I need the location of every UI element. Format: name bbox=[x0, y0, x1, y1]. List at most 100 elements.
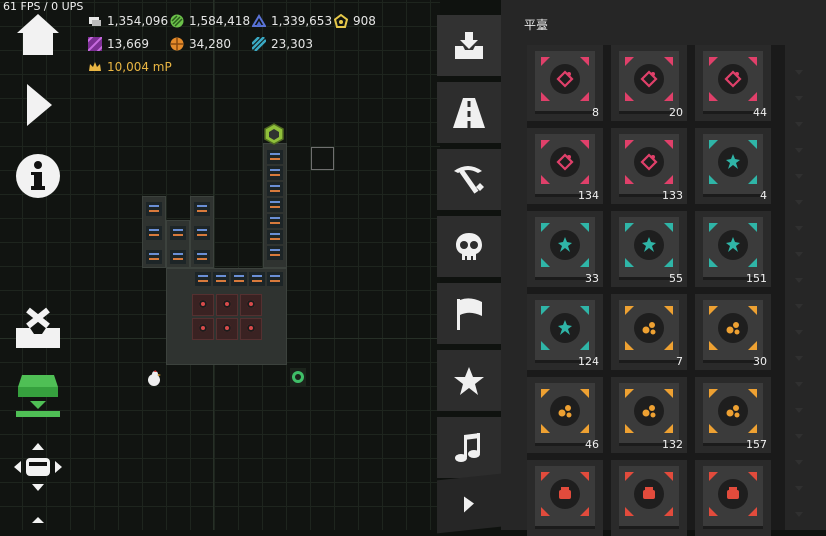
item-slot[interactable]: 7 bbox=[611, 294, 687, 370]
machine-cell[interactable] bbox=[240, 294, 262, 316]
info-button[interactable] bbox=[14, 152, 62, 200]
corner-marker bbox=[580, 223, 589, 232]
tab-enemies[interactable] bbox=[437, 216, 501, 277]
item-count: 46 bbox=[585, 438, 599, 451]
corner-marker bbox=[580, 306, 589, 315]
pickaxe-icon bbox=[454, 165, 484, 194]
play-button[interactable] bbox=[14, 81, 62, 129]
tab-favorites[interactable] bbox=[437, 350, 501, 411]
conveyor-belt[interactable] bbox=[267, 214, 283, 228]
conveyor-belt[interactable] bbox=[267, 166, 283, 180]
corner-marker bbox=[664, 223, 673, 232]
scrollbar-track[interactable] bbox=[791, 70, 807, 530]
resource-value: 34,280 bbox=[189, 37, 231, 51]
corner-marker bbox=[748, 306, 757, 315]
hub-hexagon-icon[interactable] bbox=[263, 123, 285, 145]
item-slot[interactable]: 124 bbox=[527, 294, 603, 370]
conveyor-belt[interactable] bbox=[213, 272, 229, 286]
scroll-chevron-icon bbox=[795, 304, 803, 309]
conveyor-belt[interactable] bbox=[170, 250, 186, 264]
conveyor-belt[interactable] bbox=[146, 226, 162, 240]
item-slot[interactable]: 134 bbox=[527, 128, 603, 204]
corner-marker bbox=[748, 92, 757, 101]
game-world[interactable]: 61 FPS / 0 UPS 1,354,096 1,584,418 1,339… bbox=[0, 0, 440, 530]
conveyor-belt[interactable] bbox=[170, 226, 186, 240]
resource-value: 13,669 bbox=[107, 37, 149, 51]
machine-cell[interactable] bbox=[192, 294, 214, 316]
item-slot[interactable]: 8 bbox=[527, 45, 603, 121]
conveyor-belt[interactable] bbox=[195, 272, 211, 286]
corner-marker bbox=[580, 424, 589, 433]
corner-marker bbox=[748, 140, 757, 149]
item-count: 33 bbox=[585, 272, 599, 285]
conveyor-belt[interactable] bbox=[267, 150, 283, 164]
corner-marker bbox=[541, 306, 550, 315]
conveyor-belt[interactable] bbox=[194, 250, 210, 264]
conveyor-belt[interactable] bbox=[146, 202, 162, 216]
item-list[interactable]: 8 20 44 134 133 4 33 55 151 124 7 30 46 132 157 bbox=[527, 45, 785, 536]
corner-marker bbox=[709, 306, 718, 315]
corner-marker bbox=[541, 223, 550, 232]
move-camera-icon bbox=[14, 443, 62, 491]
item-slot[interactable]: 151 bbox=[695, 211, 771, 287]
machine-cell[interactable] bbox=[192, 318, 214, 340]
chicken-unit-icon[interactable] bbox=[146, 369, 162, 387]
corner-marker bbox=[541, 341, 550, 350]
item-slot[interactable] bbox=[695, 460, 771, 536]
item-glyph bbox=[718, 147, 748, 177]
conveyor-belt[interactable] bbox=[194, 202, 210, 216]
machine-cell[interactable] bbox=[216, 318, 238, 340]
corner-marker bbox=[709, 175, 718, 184]
tab-build[interactable] bbox=[437, 15, 501, 76]
item-slot[interactable]: 133 bbox=[611, 128, 687, 204]
corner-marker bbox=[625, 341, 634, 350]
resource-coins: 1,354,096 bbox=[88, 14, 168, 28]
conveyor-belt[interactable] bbox=[267, 272, 283, 286]
move-camera-button[interactable] bbox=[14, 443, 62, 491]
item-slot[interactable]: 132 bbox=[611, 377, 687, 453]
item-count: 134 bbox=[578, 189, 599, 202]
tab-music[interactable] bbox=[437, 417, 501, 478]
machine-cell[interactable] bbox=[216, 294, 238, 316]
tab-next-page[interactable] bbox=[437, 473, 501, 534]
item-slot[interactable]: 20 bbox=[611, 45, 687, 121]
corner-marker bbox=[625, 306, 634, 315]
build-menu-button[interactable] bbox=[14, 372, 62, 420]
tab-roads[interactable] bbox=[437, 82, 501, 143]
corner-marker bbox=[709, 424, 718, 433]
item-slot[interactable]: 4 bbox=[695, 128, 771, 204]
corner-marker bbox=[748, 57, 757, 66]
item-slot[interactable]: 46 bbox=[527, 377, 603, 453]
conveyor-belt[interactable] bbox=[267, 182, 283, 196]
item-count: 157 bbox=[746, 438, 767, 451]
item-slot[interactable]: 33 bbox=[527, 211, 603, 287]
tab-flags[interactable] bbox=[437, 283, 501, 344]
scroll-up-button[interactable] bbox=[14, 510, 62, 530]
home-button[interactable] bbox=[14, 10, 62, 58]
item-glyph bbox=[634, 479, 664, 509]
corner-marker bbox=[748, 472, 757, 481]
conveyor-belt[interactable] bbox=[267, 230, 283, 244]
build-menu-icon bbox=[16, 375, 60, 417]
conveyor-belt[interactable] bbox=[146, 250, 162, 264]
placement-cursor[interactable] bbox=[311, 147, 334, 170]
cancel-build-button[interactable] bbox=[14, 303, 62, 351]
conveyor-belt[interactable] bbox=[249, 272, 265, 286]
item-slot[interactable]: 55 bbox=[611, 211, 687, 287]
item-slot[interactable]: 157 bbox=[695, 377, 771, 453]
conveyor-belt[interactable] bbox=[194, 226, 210, 240]
category-tabs bbox=[437, 15, 501, 534]
teal-crystal-icon bbox=[558, 320, 572, 335]
conveyor-belt[interactable] bbox=[267, 198, 283, 212]
item-glyph bbox=[550, 479, 580, 509]
conveyor-belt[interactable] bbox=[267, 246, 283, 260]
item-slot[interactable]: 30 bbox=[695, 294, 771, 370]
machine-cell[interactable] bbox=[240, 318, 262, 340]
item-slot[interactable]: 44 bbox=[695, 45, 771, 121]
tab-mining[interactable] bbox=[437, 149, 501, 210]
green-portal-icon[interactable] bbox=[290, 368, 306, 386]
item-slot[interactable] bbox=[527, 460, 603, 536]
scroll-chevron-icon bbox=[795, 356, 803, 361]
item-slot[interactable] bbox=[611, 460, 687, 536]
conveyor-belt[interactable] bbox=[231, 272, 247, 286]
